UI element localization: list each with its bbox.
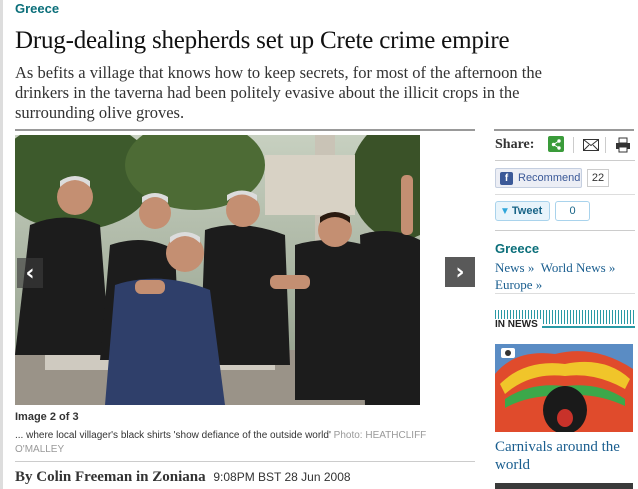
divider xyxy=(495,160,635,161)
page-left-edge xyxy=(0,0,3,489)
article-standfirst: As befits a village that knows how to ke… xyxy=(15,63,542,122)
divider xyxy=(605,137,606,153)
gallery-photo[interactable] xyxy=(15,135,420,405)
tag-link-news[interactable]: News » xyxy=(495,260,534,275)
divider xyxy=(573,137,574,153)
facebook-icon: f xyxy=(500,171,513,185)
gallery-next-button[interactable]: › xyxy=(445,257,475,287)
photo-carnival xyxy=(495,344,633,432)
byline: By Colin Freeman in Zoniana 9:08PM BST 2… xyxy=(15,469,351,486)
facebook-count: 22 xyxy=(587,169,609,187)
in-news-next-photo[interactable] xyxy=(495,483,633,489)
divider xyxy=(494,129,634,131)
tweet-button[interactable]: ▼ Tweet xyxy=(495,201,550,221)
tag-title-greece[interactable]: Greece xyxy=(495,241,539,256)
tag-links: News » World News » Europe » xyxy=(495,259,635,293)
chevron-right-icon: › xyxy=(455,259,465,285)
divider xyxy=(495,293,635,294)
facebook-recommend-button[interactable]: f Recommend xyxy=(495,168,582,188)
share-icon[interactable] xyxy=(548,136,564,152)
in-news-label: IN NEWS xyxy=(495,319,542,330)
author-byline: By Colin Freeman in Zoniana xyxy=(15,469,206,485)
divider xyxy=(495,230,635,231)
facebook-recommend-label: Recommend xyxy=(518,172,581,184)
tag-link-world-news[interactable]: World News » xyxy=(541,260,616,275)
tweet-label: Tweet xyxy=(511,205,543,217)
print-icon[interactable] xyxy=(615,137,631,153)
in-news-header: IN NEWS xyxy=(495,310,635,330)
article-timestamp: 9:08PM BST 28 Jun 2008 xyxy=(213,470,351,484)
caption-text: ... where local villager's black shirts … xyxy=(15,430,331,441)
in-news-photo[interactable] xyxy=(495,344,633,432)
tweet-count: 0 xyxy=(555,201,590,221)
gallery-caption: ... where local villager's black shirts … xyxy=(15,429,475,457)
divider xyxy=(15,461,475,462)
share-label: Share: xyxy=(495,137,535,152)
article-headline: Drug-dealing shepherds set up Crete crim… xyxy=(15,27,510,54)
in-news-story-link[interactable]: Carnivals around the world xyxy=(495,438,635,474)
photo-shepherds-group xyxy=(15,135,420,405)
mail-icon[interactable] xyxy=(583,138,599,154)
section-link-greece[interactable]: Greece xyxy=(15,1,59,16)
tag-link-europe[interactable]: Europe » xyxy=(495,277,542,292)
chevron-left-icon: ‹ xyxy=(25,260,35,286)
divider xyxy=(495,194,635,195)
share-bar: Share: xyxy=(495,135,635,155)
gallery-counter: Image 2 of 3 xyxy=(15,411,79,423)
gallery-prev-button[interactable]: ‹ xyxy=(17,258,43,288)
twitter-bird-icon: ▼ xyxy=(500,205,510,217)
divider xyxy=(15,129,475,131)
